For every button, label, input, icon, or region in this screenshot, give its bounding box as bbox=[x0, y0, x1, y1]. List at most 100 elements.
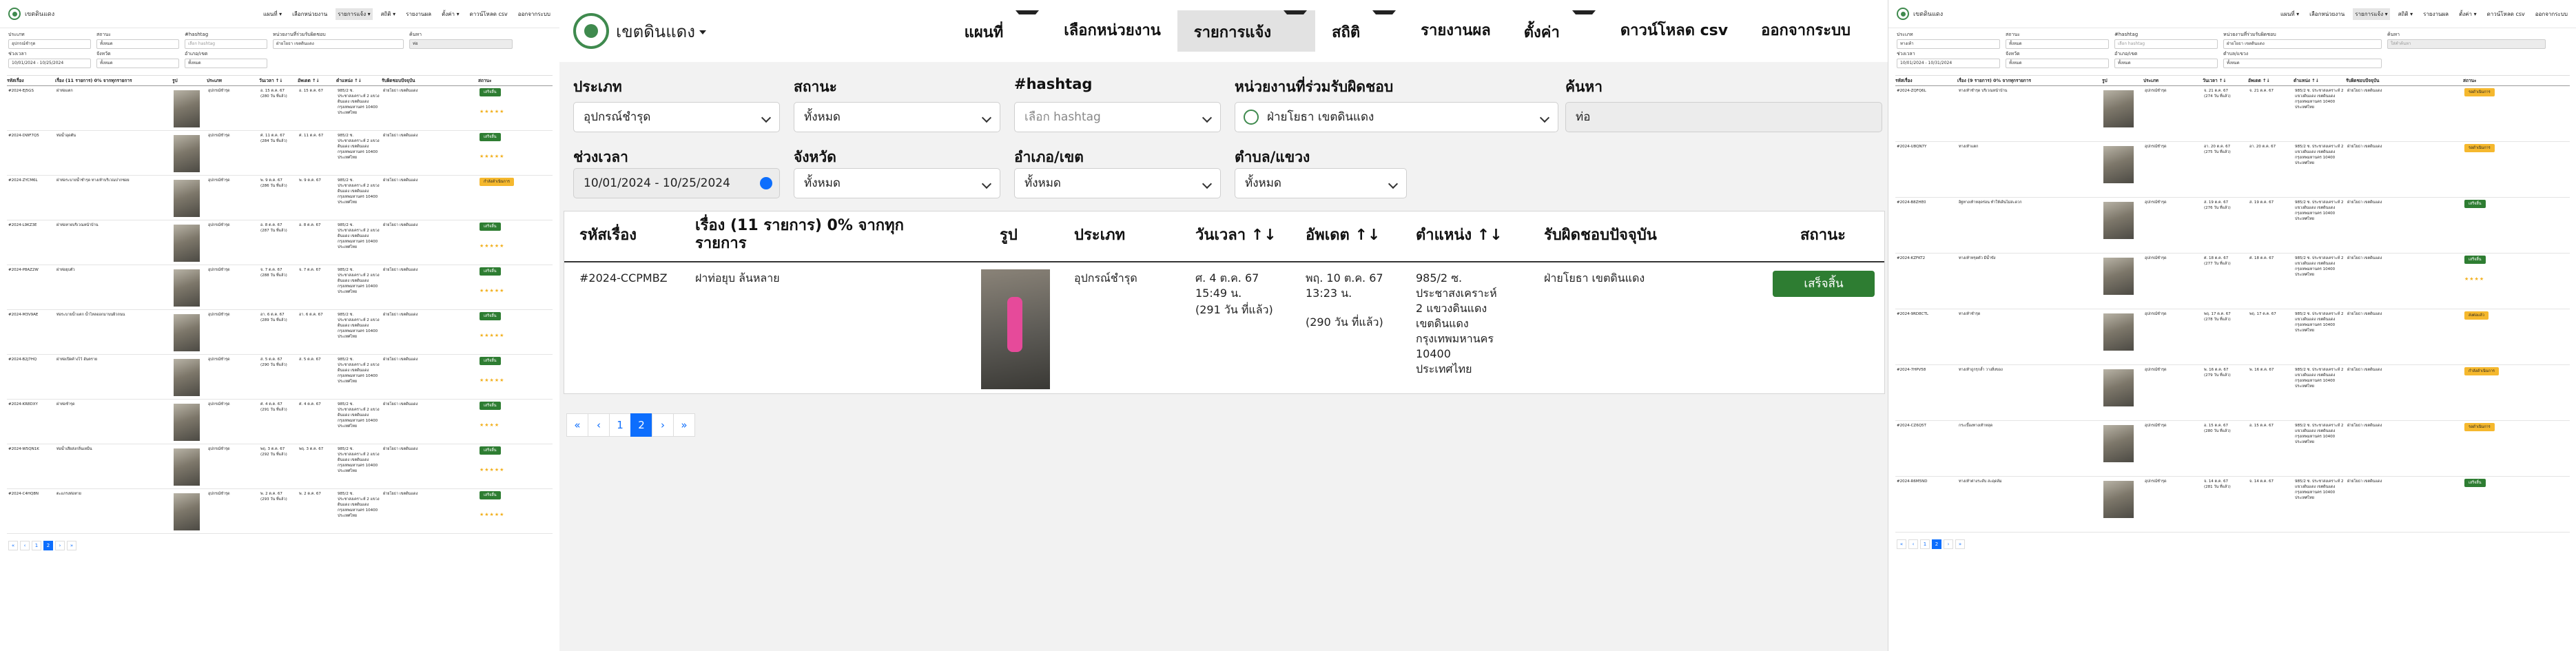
col-location[interactable]: ตำแหน่ง ↑↓ bbox=[336, 77, 382, 84]
report-photo[interactable] bbox=[174, 90, 200, 127]
report-photo[interactable] bbox=[2103, 425, 2134, 462]
period-input[interactable]: 10/01/2024 - 10/25/2024 bbox=[573, 168, 780, 198]
page-button-2[interactable]: 1 bbox=[32, 541, 41, 550]
status-badge[interactable]: รอดำเนินการ bbox=[2464, 88, 2495, 96]
status-badge[interactable]: เสร็จสิ้น bbox=[480, 446, 501, 455]
menu-item-4[interactable]: รายงานผล bbox=[1404, 10, 1507, 52]
status-select[interactable]: ทั้งหมด bbox=[96, 39, 179, 49]
menu-item-5[interactable]: ตั้งค่า ▾ bbox=[440, 8, 462, 20]
status-badge[interactable]: เสร็จสิ้น bbox=[480, 223, 501, 231]
menu-item-6[interactable]: ดาวน์โหลด csv bbox=[1604, 10, 1744, 52]
table-row[interactable]: #2024-M3V9AE ท่อระบายน้ำแตก น้ำไหลออกมาบน… bbox=[7, 310, 553, 355]
status-badge[interactable]: เสร็จสิ้น bbox=[2464, 256, 2486, 264]
page-button-0[interactable]: « bbox=[8, 541, 18, 550]
page-button-5[interactable]: » bbox=[1955, 539, 1965, 549]
menu-item-6[interactable]: ดาวน์โหลด csv bbox=[468, 8, 510, 20]
menu-item-3[interactable]: สถิติ ▾ bbox=[2396, 8, 2415, 20]
status-badge[interactable]: เสร็จสิ้น bbox=[480, 402, 501, 410]
district-select[interactable]: ทั้งหมด bbox=[2114, 59, 2218, 68]
col-location[interactable]: ตำแหน่ง ↑↓ bbox=[2294, 77, 2346, 84]
table-row[interactable]: #2024-L9KZ3E ฝาท่อหายบริเวณหน้าบ้าน อุปกรณ… bbox=[7, 220, 553, 265]
report-photo[interactable] bbox=[2103, 258, 2134, 295]
menu-item-2[interactable]: รายการแจ้ง ▾ bbox=[2353, 8, 2390, 20]
table-row[interactable]: #2024-U8QN7Y ทางเท้าแตก อุปกรณ์ชำรุด อา. 20… bbox=[1895, 142, 2570, 198]
page-button-5[interactable]: » bbox=[67, 541, 76, 550]
menu-item-1[interactable]: เลือกหน่วยงาน bbox=[1047, 10, 1177, 52]
page-button-4[interactable]: › bbox=[55, 541, 65, 550]
row-id[interactable]: #2024-B8ZHE0 bbox=[1895, 198, 1957, 207]
report-photo[interactable] bbox=[981, 269, 1050, 389]
page-button-4[interactable]: › bbox=[1944, 539, 1953, 549]
table-row[interactable]: #2024-ZQFQ6L ทางเท้าชำรุด บริเวณหน้าบ้าน อ… bbox=[1895, 86, 2570, 142]
row-id[interactable]: #2024-C4HQ8N bbox=[7, 489, 55, 499]
menu-item-0[interactable]: แผนที่ ▾ bbox=[261, 8, 284, 20]
menu-item-2[interactable]: รายการแจ้ง ▾ bbox=[336, 8, 373, 20]
col-time[interactable]: วันเวลา ↑↓ bbox=[2203, 77, 2248, 84]
page-button-0[interactable]: « bbox=[1897, 539, 1906, 549]
menu-item-3[interactable]: สถิติ ▾ bbox=[379, 8, 398, 20]
hashtag-select[interactable]: เลือก hashtag bbox=[2114, 39, 2218, 49]
menu-item-7[interactable]: ออกจากระบบ bbox=[1744, 10, 1867, 52]
menu-item-7[interactable]: ออกจากระบบ bbox=[516, 8, 553, 20]
table-row[interactable]: #2024-B8ZHE0 อิฐทางเท้าหลุดร่อน ทำให้เดิน… bbox=[1895, 198, 2570, 254]
report-photo[interactable] bbox=[2103, 146, 2134, 183]
calendar-icon[interactable] bbox=[760, 177, 772, 189]
status-badge[interactable]: เสร็จสิ้น bbox=[1773, 271, 1875, 297]
row-id[interactable]: #2024-DWF7Q5 bbox=[7, 131, 55, 141]
status-badge[interactable]: เสร็จสิ้น bbox=[480, 357, 501, 365]
status-badge[interactable]: กำลังดำเนินการ bbox=[2464, 367, 2499, 375]
page-button-2[interactable]: 1 bbox=[609, 413, 631, 437]
row-id[interactable]: #2024-7HPV58 bbox=[1895, 365, 1957, 375]
row-id[interactable]: #2024-W5QN1K bbox=[7, 444, 55, 454]
search-input[interactable]: ใส่คำค้นหา bbox=[2387, 39, 2546, 49]
row-id[interactable]: #2024-CCPMBZ bbox=[579, 271, 668, 286]
page-button-1[interactable]: ‹ bbox=[20, 541, 30, 550]
type-select[interactable]: อุปกรณ์ชำรุด bbox=[8, 39, 91, 49]
menu-item-1[interactable]: เลือกหน่วยงาน bbox=[2307, 8, 2347, 20]
period-input[interactable]: 10/01/2024 - 10/25/2024 bbox=[8, 59, 91, 68]
status-badge[interactable]: เสร็จสิ้น bbox=[2464, 200, 2486, 208]
district-select[interactable]: ทั้งหมด bbox=[185, 59, 267, 68]
brand-dropdown[interactable]: เขตดินแดง bbox=[616, 18, 706, 45]
table-row[interactable]: #2024-ZYCM6L ฝาท่อระบายน้ำชำรุด ทางเท้าบร… bbox=[7, 176, 553, 220]
status-badge[interactable]: เสร็จสิ้น bbox=[480, 88, 501, 96]
page-button-4[interactable]: › bbox=[652, 413, 674, 437]
status-badge[interactable]: รอดำเนินการ bbox=[2464, 423, 2495, 431]
hashtag-select[interactable]: เลือก hashtag bbox=[185, 39, 267, 49]
report-photo[interactable] bbox=[174, 225, 200, 262]
row-id[interactable]: #2024-ZYCM6L bbox=[7, 176, 55, 185]
table-row[interactable]: #2024-9RD8CTL ทางเท้าชำรุด อุปกรณ์ชำรุด พฤ.… bbox=[1895, 309, 2570, 365]
status-select[interactable]: ทั้งหมด bbox=[794, 102, 1000, 132]
table-row[interactable]: #2024-KZFKT2 ทางเท้าทรุดตัว มีน้ำขัง อุปกร… bbox=[1895, 254, 2570, 309]
report-photo[interactable] bbox=[174, 359, 200, 396]
status-badge[interactable]: ส่งต่อแล้ว bbox=[2464, 311, 2489, 320]
col-location[interactable]: ตำแหน่ง ↑↓ bbox=[1416, 227, 1503, 245]
report-photo[interactable] bbox=[174, 404, 200, 441]
menu-item-4[interactable]: รายงานผล bbox=[2421, 8, 2451, 20]
row-id[interactable]: #2024-M3V9AE bbox=[7, 310, 55, 320]
brand-dropdown[interactable]: เขตดินแดง bbox=[1913, 9, 1943, 19]
report-photo[interactable] bbox=[174, 180, 200, 217]
status-badge[interactable]: รอดำเนินการ bbox=[2464, 144, 2495, 152]
report-photo[interactable] bbox=[2103, 313, 2134, 351]
row-id[interactable]: #2024-R6M5ND bbox=[1895, 477, 1957, 486]
row-id[interactable]: #2024-CZ6Q5T bbox=[1895, 421, 1957, 431]
row-id[interactable]: #2024-EJ5GS bbox=[7, 86, 55, 96]
agency-select[interactable]: ฝ่ายโยธา เขตดินแดง bbox=[273, 39, 404, 49]
brand-dropdown[interactable]: เขตดินแดง bbox=[25, 9, 54, 19]
report-photo[interactable] bbox=[174, 314, 200, 351]
status-badge[interactable]: กำลังดำเนินการ bbox=[480, 178, 514, 186]
province-select[interactable]: ทั้งหมด bbox=[2006, 59, 2109, 68]
menu-item-4[interactable]: รายงานผล bbox=[404, 8, 433, 20]
row-id[interactable]: #2024-B2J7HQ bbox=[7, 355, 55, 364]
row-id[interactable]: #2024-ZQFQ6L bbox=[1895, 86, 1957, 96]
table-row[interactable]: #2024-P8AZ2W ฝาท่อยุบตัว อุปกรณ์ชำรุด จ. 7 … bbox=[7, 265, 553, 310]
district-logo-icon[interactable] bbox=[8, 8, 21, 20]
menu-item-6[interactable]: ดาวน์โหลด csv bbox=[2485, 8, 2527, 20]
col-time[interactable]: วันเวลา ↑↓ bbox=[259, 77, 298, 84]
table-row[interactable]: #2024-W5QN1K ท่อน้ำเสียส่งกลิ่นเหม็น อุปกร… bbox=[7, 444, 553, 489]
page-button-0[interactable]: « bbox=[566, 413, 588, 437]
table-row[interactable]: #2024-DWF7Q5 ท่อน้ำอุดตัน อุปกรณ์ชำรุด ศ. 1… bbox=[7, 131, 553, 176]
status-badge[interactable]: เสร็จสิ้น bbox=[480, 133, 501, 141]
subdistrict-select[interactable]: ทั้งหมด bbox=[2223, 59, 2382, 68]
